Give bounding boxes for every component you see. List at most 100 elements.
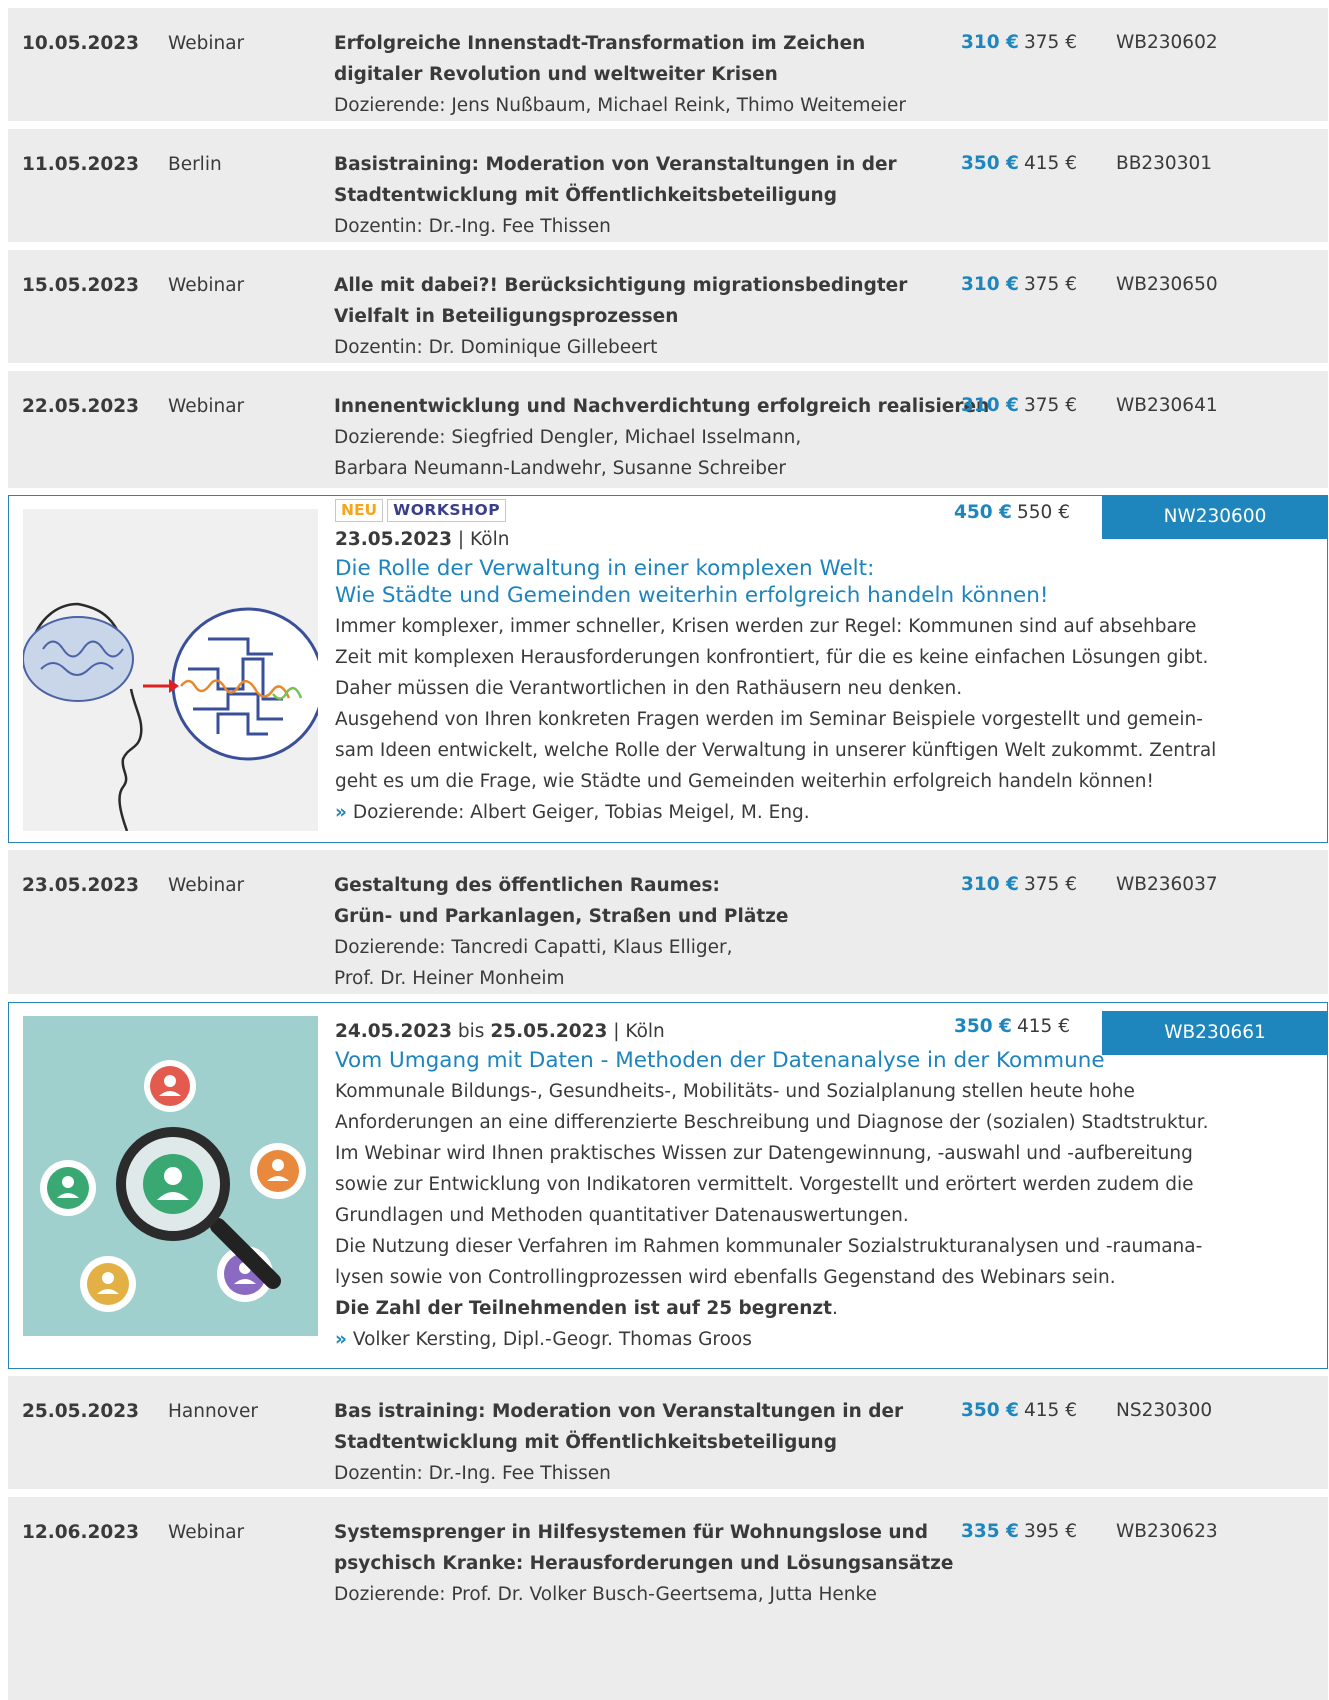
description-line: Immer komplexer, immer schneller, Krisen…	[335, 616, 1197, 637]
participant-limit: Die Zahl der Teilnehmenden ist auf 25 be…	[335, 1298, 833, 1319]
table-row: 25.05.2023 Hannover Bas istraining: Mode…	[8, 1376, 1328, 1489]
table-row: 22.05.2023 Webinar Innenentwicklung und …	[8, 371, 1328, 488]
price-member: 310 €	[961, 395, 1019, 416]
description-line: Grundlagen und Methoden quantitativer Da…	[335, 1205, 909, 1226]
workshop-badge: WORKSHOP	[387, 499, 507, 522]
course-title: psychisch Kranke: Herausforderungen und …	[334, 1553, 954, 1574]
description-line: Im Webinar wird Ihnen praktisches Wissen…	[335, 1143, 1193, 1164]
course-info: Gestaltung des öffentlichen Raumes: Grün…	[334, 870, 934, 994]
course-code: WB230650	[1116, 274, 1218, 295]
price-regular: 375 €	[1024, 395, 1077, 416]
course-title: Alle mit dabei?! Berücksichtigung migrat…	[334, 275, 908, 296]
price-member: 350 €	[961, 1400, 1019, 1421]
price-regular: 550 €	[1017, 502, 1070, 523]
course-info: 24.05.2023 bis 25.05.2023 | Köln Vom Umg…	[335, 1016, 1215, 1355]
course-date: 23.05.2023	[335, 529, 453, 550]
course-description: Immer komplexer, immer schneller, Krisen…	[335, 611, 1217, 797]
course-code: WB230623	[1116, 1521, 1218, 1542]
course-date: 10.05.2023	[22, 33, 140, 54]
period: .	[832, 1298, 838, 1319]
date-range-separator: bis	[452, 1021, 491, 1042]
course-lecturers: Dozentin: Dr.-Ing. Fee Thissen	[334, 216, 611, 237]
course-image-brain-maze	[23, 509, 318, 831]
course-code: WB230641	[1116, 395, 1218, 416]
description-line: Zeit mit komplexen Herausforderungen kon…	[335, 647, 1209, 668]
course-code: BB230301	[1116, 153, 1213, 174]
featured-course: NEU WORKSHOP 23.05.2023 | Köln Die Rolle …	[8, 495, 1328, 843]
course-date: 23.05.2023	[22, 875, 140, 896]
course-date-start: 24.05.2023	[335, 1021, 453, 1042]
course-lecturers: Volker Kersting, Dipl.-Geogr. Thomas Gro…	[352, 1329, 752, 1350]
featured-course: 24.05.2023 bis 25.05.2023 | Köln Vom Umg…	[8, 1002, 1328, 1369]
course-location: Webinar	[168, 33, 245, 54]
course-date: 11.05.2023	[22, 154, 140, 175]
price-member: 310 €	[961, 274, 1019, 295]
description-line: lysen sowie von Controllingprozessen wir…	[335, 1267, 1116, 1288]
description-line: Anforderungen an eine differenzierte Bes…	[335, 1112, 1209, 1133]
course-date: 12.06.2023	[22, 1522, 140, 1543]
price-regular: 375 €	[1024, 32, 1077, 53]
price-member: 310 €	[961, 874, 1019, 895]
course-title[interactable]: Vom Umgang mit Daten - Methoden der Date…	[335, 1047, 1215, 1074]
course-lecturers: Barbara Neumann-Landwehr, Susanne Schrei…	[334, 458, 786, 479]
new-badge: NEU	[335, 499, 384, 522]
course-info: Innenentwicklung und Nachverdichtung erf…	[334, 391, 989, 484]
course-code: WB230661	[1102, 1011, 1328, 1055]
brain-maze-illustration	[23, 509, 318, 831]
course-code: WB236037	[1116, 874, 1218, 895]
course-lecturers: Dozentin: Dr.-Ing. Fee Thissen	[334, 1463, 611, 1484]
arrow-icon: »	[335, 1329, 347, 1350]
price-regular: 375 €	[1024, 874, 1077, 895]
description-line: Daher müssen die Verantwortlichen in den…	[335, 678, 963, 699]
course-location: Berlin	[168, 154, 222, 175]
price-regular: 415 €	[1017, 1016, 1070, 1037]
description-line: Kommunale Bildungs-, Gesundheits-, Mobil…	[335, 1081, 1135, 1102]
table-row: 12.06.2023 Webinar Systemsprenger in Hil…	[8, 1497, 1328, 1700]
course-lecturers: Dozierende: Prof. Dr. Volker Busch-Geert…	[334, 1584, 877, 1605]
course-date: 15.05.2023	[22, 275, 140, 296]
course-title: Stadtentwicklung mit Öffentlichkeitsbete…	[334, 185, 837, 206]
description-line: sam Ideen entwickelt, welche Rolle der V…	[335, 740, 1217, 761]
course-title: Systemsprenger in Hilfesystemen für Wohn…	[334, 1522, 928, 1543]
price-regular: 375 €	[1024, 274, 1077, 295]
course-title: Basistraining: Moderation von Veranstalt…	[334, 154, 897, 175]
course-title: Gestaltung des öffentlichen Raumes:	[334, 875, 720, 896]
course-lecturers: Dozierende: Siegfried Dengler, Michael I…	[334, 427, 802, 448]
course-info: Bas istraining: Moderation von Veranstal…	[334, 1396, 934, 1489]
course-title: Grün- und Parkanlagen, Straßen und Plätz…	[334, 906, 789, 927]
description-line: Ausgehend von Ihren konkreten Fragen wer…	[335, 709, 1203, 730]
price-member: 350 €	[954, 1016, 1012, 1037]
course-catalog-page: 10.05.2023 Webinar Erfolgreiche Innensta…	[0, 0, 1329, 1700]
course-location: Webinar	[168, 1522, 245, 1543]
price-member: 335 €	[961, 1521, 1019, 1542]
person-circle-red	[144, 1060, 196, 1112]
course-title: Erfolgreiche Innenstadt-Transformation i…	[334, 33, 866, 54]
course-info: Systemsprenger in Hilfesystemen für Wohn…	[334, 1517, 954, 1610]
course-title: Stadtentwicklung mit Öffentlichkeitsbete…	[334, 1432, 837, 1453]
table-row: 15.05.2023 Webinar Alle mit dabei?! Berü…	[8, 250, 1328, 363]
course-lecturers: Dozentin: Dr. Dominique Gillebeert	[334, 337, 658, 358]
price-regular: 415 €	[1024, 153, 1077, 174]
table-row: 23.05.2023 Webinar Gestaltung des öffent…	[8, 850, 1328, 994]
course-location: Webinar	[168, 275, 245, 296]
price-regular: 415 €	[1024, 1400, 1077, 1421]
course-info: Basistraining: Moderation von Veranstalt…	[334, 149, 934, 242]
price-member: 350 €	[961, 153, 1019, 174]
separator: |	[452, 529, 471, 550]
course-location: Köln	[625, 1021, 665, 1042]
price-member: 310 €	[961, 32, 1019, 53]
course-location: Köln	[470, 529, 510, 550]
course-title[interactable]: Wie Städte und Gemeinden weiterhin erfol…	[335, 582, 1215, 609]
course-title: Bas istraining: Moderation von Veranstal…	[334, 1401, 904, 1422]
price-member: 450 €	[954, 502, 1012, 523]
course-date: 25.05.2023	[22, 1401, 140, 1422]
course-description: Kommunale Bildungs-, Gesundheits-, Mobil…	[335, 1076, 1215, 1293]
course-image-data-analysis	[23, 1016, 318, 1336]
course-lecturers: Dozierende: Tancredi Capatti, Klaus Elli…	[334, 937, 733, 958]
description-line: Die Nutzung dieser Verfahren im Rahmen k…	[335, 1236, 1203, 1257]
course-title: digitaler Revolution und weltweiter Kris…	[334, 64, 778, 85]
course-code: NS230300	[1116, 1400, 1213, 1421]
description-line: geht es um die Frage, wie Städte und Gem…	[335, 771, 1154, 792]
course-title[interactable]: Die Rolle der Verwaltung in einer komple…	[335, 555, 1215, 582]
table-row: 10.05.2023 Webinar Erfolgreiche Innensta…	[8, 8, 1328, 121]
